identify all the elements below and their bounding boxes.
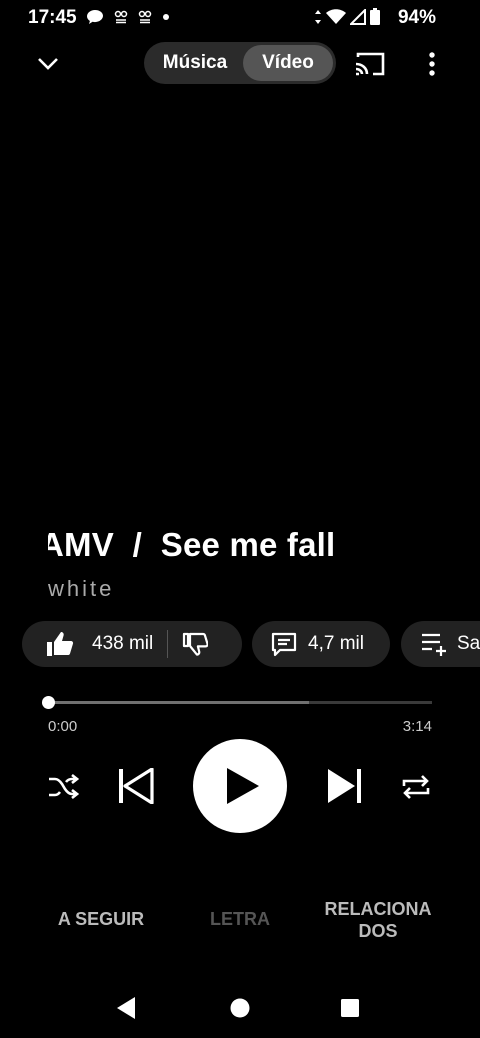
song-title-marquee: AMV / See me fall: [48, 526, 480, 570]
like-count: 438 mil: [92, 633, 154, 654]
previous-track-button[interactable]: [114, 764, 158, 808]
system-icons: [314, 8, 380, 25]
app-icon: [138, 10, 152, 24]
seek-bar[interactable]: [42, 696, 432, 709]
comments-pill[interactable]: 4,7 mil: [252, 621, 390, 667]
tab-related[interactable]: RELACIONA DOS: [316, 898, 440, 942]
more-vert-icon: [429, 52, 435, 76]
status-time: 17:45: [28, 7, 77, 28]
skip-next-icon: [328, 769, 361, 803]
play-button[interactable]: [193, 739, 287, 833]
current-time: 0:00: [48, 718, 78, 735]
signal-icon: [350, 8, 366, 25]
thumbs-up-icon: [47, 632, 74, 656]
mode-music-option[interactable]: Música: [147, 45, 243, 81]
app-icon: [114, 10, 128, 24]
comment-icon: [271, 632, 297, 657]
tab-up-next[interactable]: A SEGUIR: [40, 908, 162, 930]
artist-name[interactable]: white: [48, 576, 114, 602]
home-circle-icon: [230, 998, 250, 1018]
more-options-button[interactable]: [414, 46, 450, 82]
nav-home-button[interactable]: [226, 994, 254, 1022]
battery-icon: [370, 8, 380, 25]
total-time: 3:14: [402, 718, 432, 735]
dot-icon: [163, 14, 169, 20]
playlist-add-icon: [422, 633, 446, 656]
save-label: Salvar: [457, 633, 480, 654]
seek-thumb[interactable]: [42, 696, 55, 709]
nav-recents-button[interactable]: [336, 994, 364, 1022]
skip-previous-icon: [119, 768, 154, 804]
cast-button[interactable]: [352, 46, 388, 82]
mode-video-option[interactable]: Vídeo: [243, 45, 333, 81]
seek-buffered: [48, 701, 310, 704]
like-button[interactable]: 438 mil: [22, 631, 153, 657]
battery-percent: 94%: [397, 7, 436, 28]
video-player-area[interactable]: [0, 90, 480, 510]
data-arrows-icon: [315, 9, 321, 24]
action-chips-row: 438 mil 4,7 mil Salvar: [0, 621, 480, 669]
pill-divider: [167, 630, 169, 658]
thumbs-down-icon: [183, 632, 209, 656]
next-track-button[interactable]: [322, 764, 366, 808]
comment-count: 4,7 mil: [308, 633, 364, 654]
play-icon: [227, 768, 259, 804]
music-video-toggle[interactable]: Música Vídeo: [144, 42, 336, 84]
notification-icons: [86, 9, 170, 25]
song-title: AMV / See me fall: [48, 526, 336, 563]
repeat-button[interactable]: [397, 768, 435, 806]
shuffle-button[interactable]: [44, 768, 82, 806]
recents-square-icon: [341, 999, 359, 1017]
repeat-icon: [402, 775, 430, 799]
system-navigation-bar: [0, 978, 480, 1038]
save-to-playlist-pill[interactable]: Salvar: [401, 621, 480, 667]
chevron-down-icon: [38, 58, 58, 70]
back-triangle-icon: [117, 997, 135, 1019]
shuffle-icon: [49, 773, 79, 800]
dislike-button[interactable]: [182, 631, 209, 657]
cast-icon: [355, 52, 385, 76]
like-dislike-pill: 438 mil: [22, 621, 242, 667]
chat-bubble-icon: [87, 10, 103, 24]
status-bar: 17:45 94%: [0, 0, 480, 36]
nav-back-button[interactable]: [112, 994, 140, 1022]
wifi-icon: [326, 8, 346, 24]
playback-controls: [0, 738, 480, 834]
player-tabs: A SEGUIR LETRA RELACIONA DOS: [0, 888, 480, 952]
player-top-bar: Música Vídeo: [0, 40, 480, 86]
tab-lyrics[interactable]: LETRA: [180, 908, 300, 930]
collapse-player-button[interactable]: [30, 46, 66, 82]
